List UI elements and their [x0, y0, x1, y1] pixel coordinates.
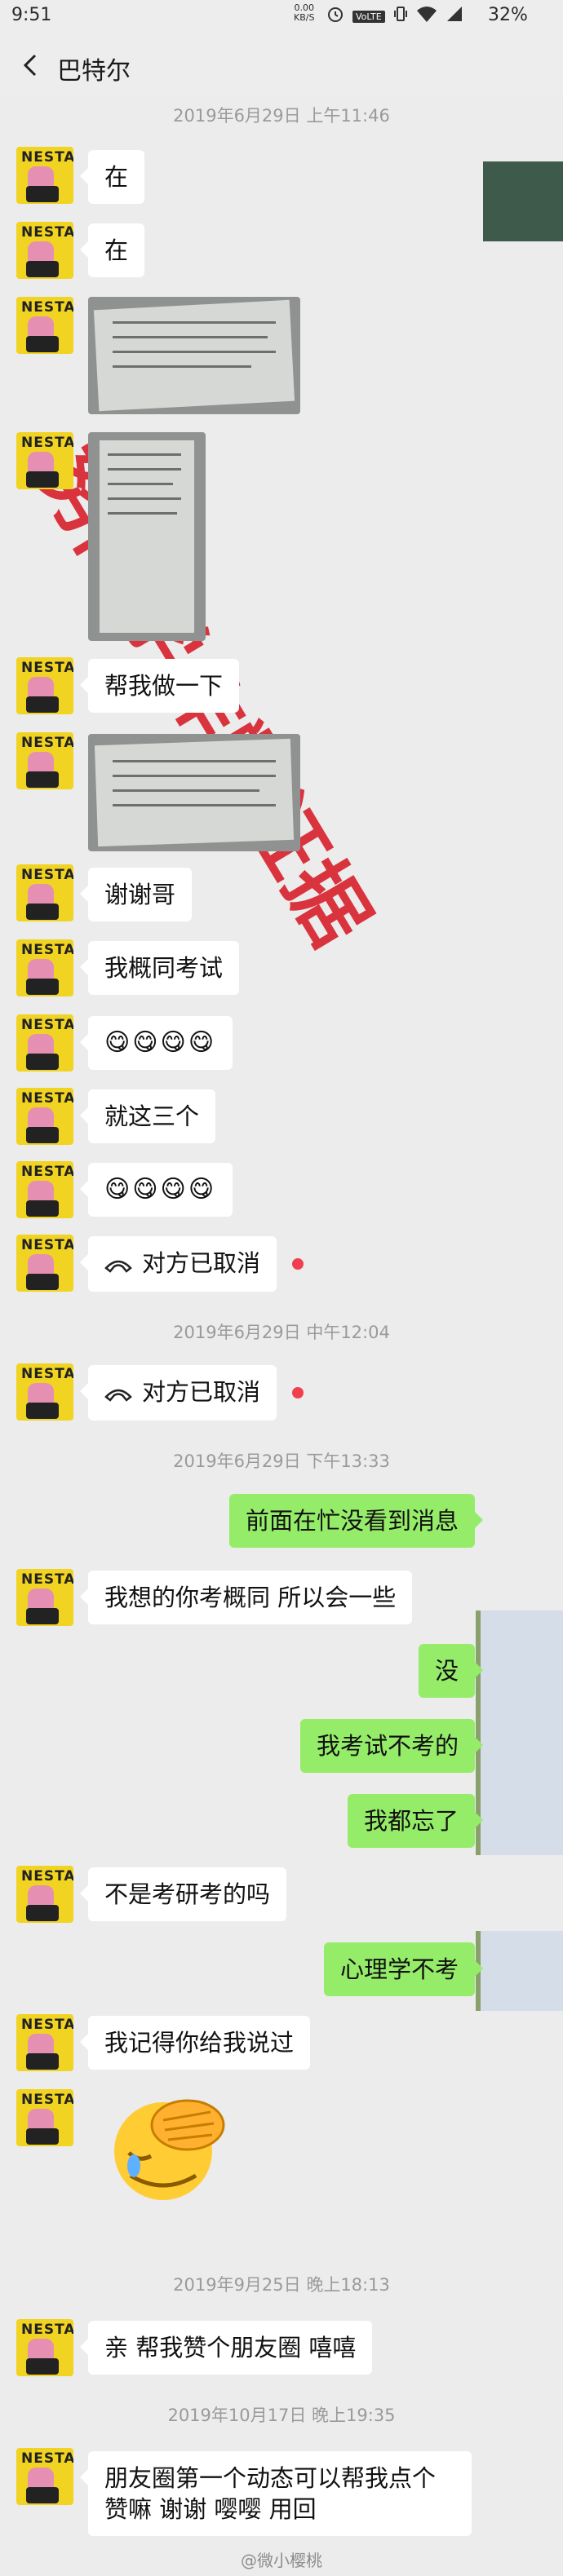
message-bubble[interactable]: 朋友圈第一个动态可以帮我点个赞嘛 谢谢 嘤嘤 用回	[80, 2451, 472, 2536]
avatar[interactable]: NESTAY	[16, 1014, 73, 1071]
avatar[interactable]: NESTAY	[16, 147, 73, 204]
chat-screen: { "status_bar": { "time": "9:51", "speed…	[0, 0, 563, 2576]
avatar[interactable]: NESTAY	[16, 939, 73, 996]
missed-call-dot	[292, 1258, 304, 1270]
avatar[interactable]: NESTAY	[16, 297, 73, 354]
avatar[interactable]: NESTAY	[16, 2448, 73, 2505]
timestamp: 2019年6月29日 中午12:04	[173, 1323, 390, 1342]
message-bubble-self[interactable]: 前面在忙没看到消息	[228, 1494, 484, 1548]
clock: 9:51	[11, 5, 52, 25]
status-bar: 9:51 0.00 KB/S VoLTE 32%	[0, 0, 563, 36]
message-bubble[interactable]: 我想的你考概同 所以会一些	[79, 1571, 413, 1624]
call-message[interactable]: 对方已取消	[79, 1236, 277, 1292]
avatar[interactable]: NESTAY	[16, 222, 73, 279]
image-message[interactable]	[88, 432, 206, 641]
signal-icon	[446, 5, 463, 28]
phone-hangup-icon	[104, 1249, 134, 1280]
avatar[interactable]: NESTAY	[16, 732, 73, 789]
message-bubble[interactable]: 谢谢哥	[79, 868, 193, 921]
message-bubble[interactable]: 就这三个	[79, 1089, 216, 1143]
image-message[interactable]	[88, 297, 300, 414]
avatar[interactable]: NESTAY	[16, 1235, 73, 1292]
message-bubble[interactable]: 😋😋😋😋	[79, 1016, 233, 1070]
side-thumbnail	[483, 161, 563, 241]
message-bubble-self[interactable]: 心理学不考	[323, 1942, 484, 1996]
timestamp: 2019年6月29日 下午13:33	[173, 1451, 390, 1471]
message-bubble-self[interactable]: 我都忘了	[347, 1794, 484, 1848]
source-watermark: @微小樱桃	[241, 2551, 322, 2570]
volte-badge: VoLTE	[352, 10, 385, 23]
message-bubble[interactable]: 在	[79, 150, 145, 204]
message-bubble[interactable]: 亲 帮我赞个朋友圈 嘻嘻	[79, 2321, 373, 2375]
avatar[interactable]: NESTAY	[16, 1363, 73, 1421]
network-speed: 0.00 KB/S	[294, 2, 315, 23]
avatar[interactable]: NESTAY	[16, 1088, 73, 1145]
status-icons: VoLTE	[326, 5, 463, 28]
wifi-icon	[416, 5, 437, 28]
timestamp: 2019年9月25日 晚上18:13	[173, 2275, 390, 2295]
side-panel	[476, 1931, 563, 2011]
avatar[interactable]: NESTAY	[16, 657, 73, 714]
avatar[interactable]: NESTAY	[16, 2089, 73, 2146]
back-arrow-icon[interactable]	[15, 49, 47, 82]
message-bubble[interactable]: 我记得你给我说过	[79, 2016, 311, 2070]
image-message[interactable]	[88, 734, 300, 851]
avatar[interactable]: NESTAY	[16, 1161, 73, 1218]
contact-name: 巴特尔	[57, 57, 131, 86]
alarm-icon	[326, 5, 344, 28]
avatar[interactable]: NESTAY	[16, 1866, 73, 1923]
side-panel	[476, 1611, 563, 1855]
message-bubble[interactable]: 在	[79, 223, 145, 277]
vibrate-icon	[393, 5, 408, 28]
avatar[interactable]: NESTAY	[16, 2014, 73, 2071]
message-bubble[interactable]: 😋😋😋😋	[79, 1163, 233, 1217]
message-bubble-self[interactable]: 没	[418, 1644, 484, 1698]
chat-header: 巴特尔	[0, 36, 563, 96]
avatar[interactable]: NESTAY	[16, 864, 73, 921]
missed-call-dot	[292, 1387, 304, 1398]
facepalm-emoji-icon[interactable]	[106, 2088, 228, 2210]
avatar[interactable]: NESTAY	[16, 432, 73, 489]
call-message[interactable]: 对方已取消	[79, 1365, 277, 1421]
message-bubble-self[interactable]: 我考试不考的	[299, 1719, 484, 1773]
timestamp: 2019年6月29日 上午11:46	[173, 106, 390, 126]
battery-level: 32%	[488, 5, 528, 25]
message-bubble[interactable]: 我概同考试	[79, 941, 240, 995]
avatar[interactable]: NESTAY	[16, 2319, 73, 2376]
phone-hangup-icon	[104, 1378, 134, 1409]
message-bubble[interactable]: 不是考研考的吗	[79, 1867, 287, 1921]
avatar[interactable]: NESTAY	[16, 1569, 73, 1626]
message-bubble[interactable]: 帮我做一下	[79, 659, 240, 713]
timestamp: 2019年10月17日 晚上19:35	[167, 2406, 396, 2425]
